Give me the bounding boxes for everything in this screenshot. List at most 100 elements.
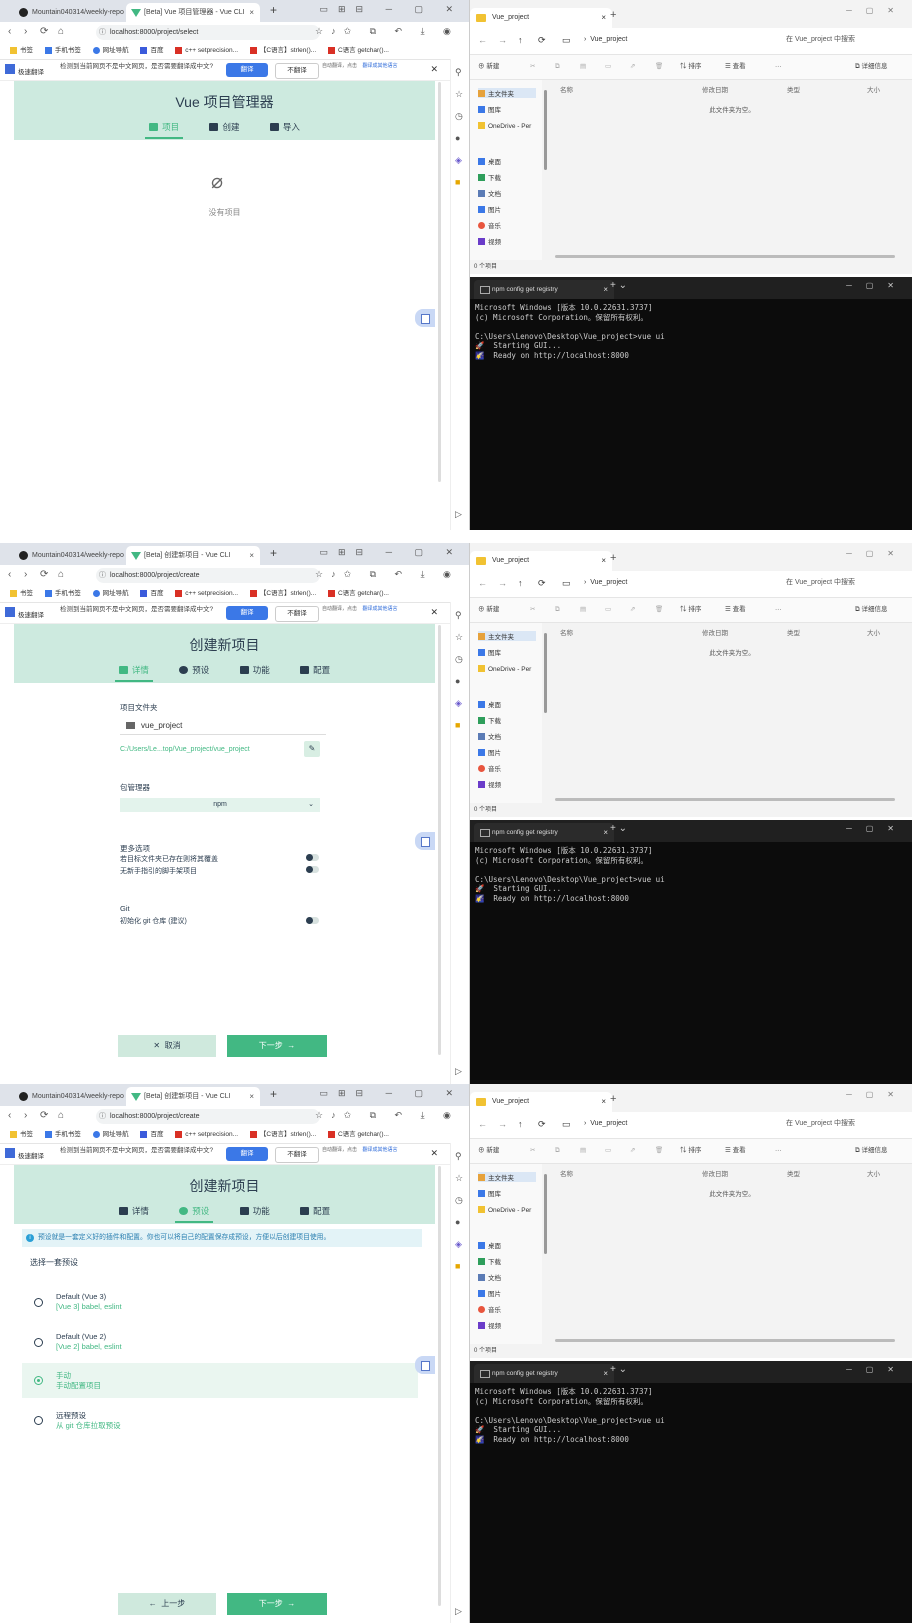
- view-button[interactable]: ☰ 查看: [725, 598, 746, 622]
- view-button[interactable]: ☰ 查看: [725, 55, 746, 79]
- overwrite-toggle[interactable]: [306, 854, 319, 861]
- translate-other-link[interactable]: 翻译成其他语言: [355, 606, 405, 613]
- search-icon[interactable]: ⚲: [455, 610, 462, 621]
- new-tab-button[interactable]: +: [270, 546, 277, 560]
- tab-presets[interactable]: 预设: [175, 1205, 214, 1223]
- floating-button[interactable]: [415, 832, 435, 850]
- share-icon[interactable]: ⇗: [630, 55, 635, 79]
- delete-icon[interactable]: 🗑: [655, 1139, 663, 1163]
- tab-details[interactable]: 详情: [114, 664, 153, 682]
- back-button[interactable]: ←: [478, 35, 487, 45]
- new-button[interactable]: ⊕ 新建: [478, 55, 499, 79]
- back-button[interactable]: ←: [478, 578, 487, 588]
- tab-features[interactable]: 功能: [236, 1205, 274, 1221]
- more-button[interactable]: ···: [775, 1139, 782, 1163]
- scrollbar[interactable]: [555, 1339, 895, 1342]
- details-button[interactable]: ⧉ 详细信息: [855, 55, 887, 79]
- floating-button[interactable]: [415, 1356, 435, 1374]
- app-icon[interactable]: ●: [455, 676, 460, 686]
- forward-button[interactable]: ›: [24, 569, 27, 580]
- bookmark-item[interactable]: 百度: [140, 1130, 163, 1138]
- new-tab-button[interactable]: +: [270, 3, 277, 17]
- search-icon[interactable]: ⚲: [455, 67, 462, 78]
- bookmark-item[interactable]: 书签: [10, 1130, 33, 1138]
- tab-github[interactable]: Mountain040314/weekly-repo×: [14, 1087, 140, 1106]
- bookmark-item[interactable]: 网址导航: [92, 1130, 129, 1138]
- back-button[interactable]: ←: [478, 1119, 487, 1129]
- scrollbar[interactable]: [438, 1166, 441, 1606]
- close-icon[interactable]: ×: [601, 1092, 606, 1112]
- rename-icon[interactable]: ▭: [605, 598, 611, 622]
- bookmark-item[interactable]: c++ setprecision...: [175, 589, 238, 597]
- explorer-tab[interactable]: Vue_project ×: [470, 551, 612, 571]
- app-icon[interactable]: ●: [455, 1217, 460, 1227]
- scrollbar[interactable]: [555, 255, 895, 258]
- window-controls[interactable]: ─▢✕: [846, 1090, 908, 1099]
- home-button[interactable]: ⌂: [58, 26, 64, 37]
- tab-config[interactable]: 配置: [296, 1205, 334, 1221]
- preset-radio[interactable]: [34, 1338, 43, 1347]
- collapse-icon[interactable]: ▷: [455, 1066, 462, 1077]
- bookmark-item[interactable]: 百度: [140, 589, 163, 597]
- forward-button[interactable]: →: [498, 578, 507, 588]
- star-icon[interactable]: ☆: [455, 1173, 463, 1184]
- tab-create[interactable]: 创建: [205, 121, 243, 137]
- col-type[interactable]: 类型: [787, 1168, 800, 1178]
- copy-icon[interactable]: ⧉: [555, 598, 560, 622]
- bookmark-item[interactable]: 百度: [140, 46, 163, 54]
- more-button[interactable]: ···: [775, 598, 782, 622]
- reload-button[interactable]: ⟳: [40, 26, 48, 37]
- tab-projects[interactable]: 项目: [145, 121, 184, 139]
- history-icon[interactable]: ◷: [455, 111, 463, 122]
- nav-item[interactable]: OneDrive - Per: [478, 665, 531, 673]
- tab-import[interactable]: 导入: [266, 121, 304, 137]
- col-name[interactable]: 名称: [560, 84, 573, 94]
- close-icon[interactable]: ✕: [430, 1148, 438, 1159]
- new-tab-button[interactable]: +: [270, 1087, 277, 1101]
- collapse-icon[interactable]: ▷: [455, 509, 462, 520]
- tab-details[interactable]: 详情: [115, 1205, 153, 1221]
- nav-item[interactable]: 下载: [478, 715, 501, 725]
- terminal-tab[interactable]: npm config get registry ×: [474, 280, 614, 299]
- nav-item[interactable]: 主文件夹: [478, 88, 536, 98]
- bookmark-item[interactable]: 手机书签: [44, 1130, 81, 1138]
- nav-item[interactable]: 桌面: [478, 156, 501, 166]
- bookmark-item[interactable]: 【C语言】strlen()...: [249, 46, 316, 54]
- home-button[interactable]: ⌂: [58, 1110, 64, 1121]
- url-input[interactable]: localhost:8000/project/select: [96, 25, 320, 40]
- new-tab-button[interactable]: + ⌄: [610, 280, 627, 291]
- tab-vue[interactable]: [Beta] Vue 项目管理器 - Vue CLI ×: [126, 3, 260, 22]
- preset-radio[interactable]: [34, 1416, 43, 1425]
- forward-button[interactable]: ›: [24, 26, 27, 37]
- explorer-tab[interactable]: Vue_project ×: [470, 8, 612, 28]
- sort-button[interactable]: ⇅ 排序: [680, 598, 701, 622]
- history-icon[interactable]: ◷: [455, 654, 463, 665]
- nav-item[interactable]: OneDrive - Per: [478, 122, 531, 130]
- window-controls[interactable]: ▭⊞⊟ ─ ▢ ✕: [319, 1088, 463, 1099]
- bookmark-item[interactable]: 网址导航: [92, 589, 129, 597]
- translate-button[interactable]: 翻译: [226, 606, 268, 620]
- new-button[interactable]: ⊕ 新建: [478, 1139, 499, 1163]
- translate-button[interactable]: 翻译: [226, 1147, 268, 1161]
- copy-icon[interactable]: ⧉: [555, 55, 560, 79]
- up-button[interactable]: ↑: [518, 35, 523, 45]
- delete-icon[interactable]: 🗑: [655, 598, 663, 622]
- col-date[interactable]: 修改日期: [702, 84, 728, 94]
- next-button[interactable]: 下一步 →: [227, 1593, 327, 1615]
- tab-presets[interactable]: 预设: [175, 664, 213, 680]
- share-icon[interactable]: ⇗: [630, 1139, 635, 1163]
- reload-button[interactable]: ⟳: [40, 569, 48, 580]
- translate-button[interactable]: 翻译: [226, 63, 268, 77]
- nav-item[interactable]: 下载: [478, 1256, 501, 1266]
- window-controls[interactable]: ─▢✕: [846, 549, 908, 558]
- back-button[interactable]: ‹: [8, 569, 11, 580]
- rename-icon[interactable]: ▭: [605, 55, 611, 79]
- nav-item[interactable]: 图片: [478, 1288, 501, 1298]
- col-date[interactable]: 修改日期: [702, 627, 728, 637]
- refresh-button[interactable]: ⟳: [538, 1119, 546, 1130]
- path-breadcrumb[interactable]: › Vue_project: [580, 1116, 764, 1132]
- translate-other-link[interactable]: 翻译成其他语言: [355, 1147, 405, 1154]
- gift-icon[interactable]: ■: [455, 720, 460, 730]
- nav-item[interactable]: 音乐: [478, 220, 501, 230]
- nav-item[interactable]: 主文件夹: [478, 631, 536, 641]
